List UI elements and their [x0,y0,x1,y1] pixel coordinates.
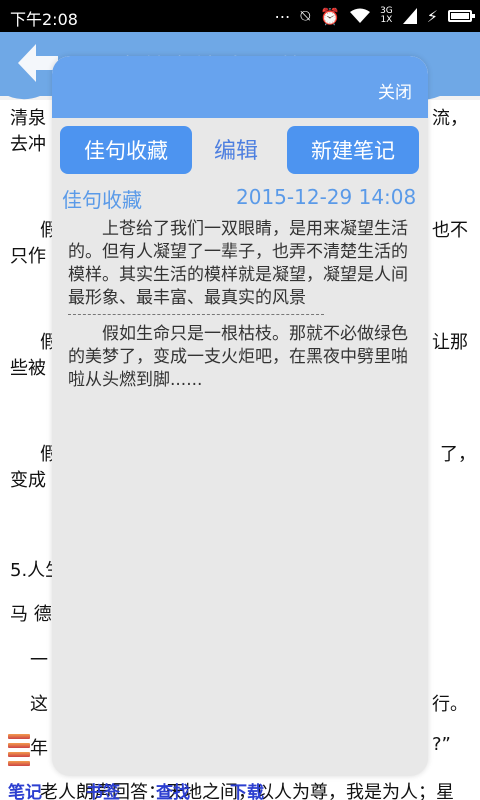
article-line: 清泉 [10,108,46,129]
alarm-icon: ⏰ [320,6,341,26]
note-paragraph: 上苍给了我们一双眼睛，是用来凝望生活的。但有人凝望了一辈子，也弄不清楚生活的模样… [68,219,408,308]
article-line: 这 [30,694,48,715]
note-date: 2015-12-29 14:08 [236,185,417,209]
article-line: 让那 [432,332,468,353]
more-icon: ⋯ [274,6,291,26]
note-paragraph: 假如生命只是一根枯枝。那就不必做绿色的美梦了，变成一支火炬吧，在黑夜中劈里啪啦从… [68,324,408,390]
status-bar: 下午2:08 ⋯ ⍉ ⏰ 3G 1X ⚡ [0,0,480,32]
battery-fill [451,13,469,19]
note-divider [68,314,324,315]
popup-header: 关闭 [52,56,428,118]
article-line: 行。 [432,694,468,715]
article-line: 了， [440,444,476,465]
wifi-icon [350,8,371,23]
article-line: ?” [432,734,451,755]
article-line: 年 [30,738,48,759]
status-time: 下午2:08 [10,10,78,29]
toolbar-bookmarks[interactable]: 书签 [86,778,120,800]
article-line: 些被 [10,358,46,379]
note-body: 上苍给了我们一双眼睛，是用来凝望生活的。但有人凝望了一辈子，也弄不清楚生活的模样… [68,218,416,392]
charging-icon: ⚡ [426,6,438,26]
article-line: 只作 [10,246,46,267]
edit-button[interactable]: 编辑 [214,133,258,165]
article-line: 马 德 [10,604,52,625]
new-note-button[interactable]: 新建笔记 [287,126,419,174]
article-line: 也不 [432,220,468,241]
menu-icon[interactable] [8,734,30,770]
toolbar-download[interactable]: 下载 [230,778,264,800]
note-title: 佳句收藏 [62,188,142,212]
toolbar-search[interactable]: 查找 [156,778,190,800]
article-line: 去冲 [10,134,46,155]
bottom-toolbar: 笔记 书签 查找 下载 [0,778,480,800]
network-indicator: 3G 1X [380,6,393,25]
vibrate-off-icon: ⍉ [300,6,311,25]
status-icons: ⋯ ⍉ ⏰ 3G 1X ⚡ [274,4,475,28]
signal-icon [402,8,417,24]
battery-icon [448,10,475,22]
toolbar-notes[interactable]: 笔记 [8,778,42,800]
article-line: 流， [432,108,468,129]
article-line: 一 [30,650,48,671]
close-button[interactable]: 关闭 [378,78,412,103]
favorites-button[interactable]: 佳句收藏 [60,126,192,174]
article-line: 变成 [10,470,46,491]
